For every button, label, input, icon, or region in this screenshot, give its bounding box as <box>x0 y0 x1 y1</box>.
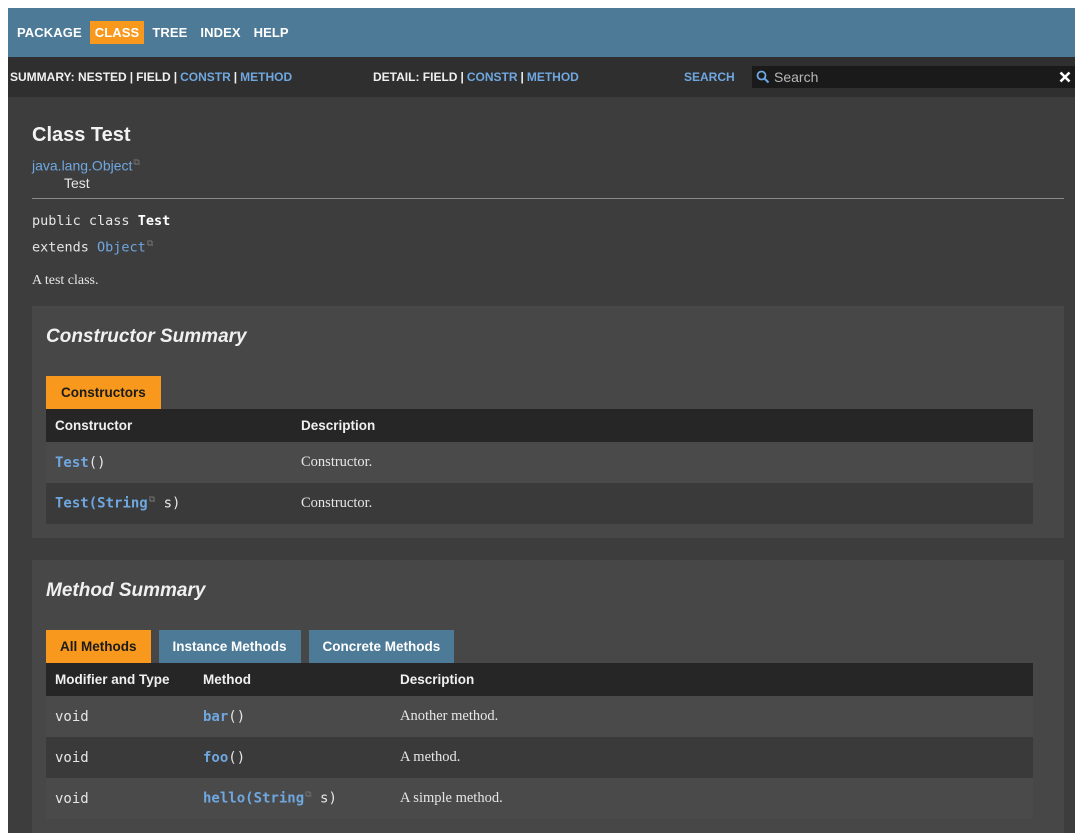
tab-constructors[interactable]: Constructors <box>46 376 161 410</box>
page-title: Class Test <box>32 124 131 146</box>
separator: | <box>460 70 464 84</box>
detail-field: FIELD <box>422 70 458 84</box>
table-row: void hello(String⧉ s) A simple method. <box>46 778 1033 820</box>
constructor-link[interactable]: Test <box>55 496 89 512</box>
summary-links: SUMMARY: NESTED | FIELD | CONSTR | METHOD <box>10 70 292 84</box>
method-link[interactable]: foo <box>203 750 228 766</box>
method-summary: Method Summary All Methods Instance Meth… <box>32 560 1064 833</box>
separator: | <box>233 70 238 84</box>
inheritance-tree: java.lang.Object⧉ Test <box>32 157 1064 191</box>
signature-name: Test <box>137 212 171 229</box>
column-header: Description <box>391 663 1033 697</box>
constructor-description: Constructor. <box>292 483 1033 525</box>
summary-constr-link[interactable]: CONSTR <box>180 70 231 84</box>
paren: ( <box>88 495 98 512</box>
search-label: SEARCH <box>684 70 735 84</box>
sub-nav: SUMMARY: NESTED | FIELD | CONSTR | METHOD DETA… <box>8 57 1075 97</box>
method-signature: hello(String⧉ s) <box>194 778 391 820</box>
detail-method-link[interactable]: METHOD <box>527 70 579 84</box>
constructor-summary: Constructor Summary Constructors Constru… <box>32 306 1064 539</box>
column-header: Method <box>194 663 391 697</box>
summary-method-link[interactable]: METHOD <box>240 70 292 84</box>
constructor-table: Constructor Description Test() Construct… <box>46 409 1033 525</box>
constructor-summary-heading: Constructor Summary <box>46 326 247 348</box>
constructor-tabs: Constructors <box>46 376 1064 410</box>
constructor-description: Constructor. <box>292 442 1033 484</box>
extends-type-link[interactable]: Object <box>97 239 146 255</box>
separator: | <box>520 70 524 84</box>
detail-links: DETAIL: FIELD | CONSTR | METHOD <box>373 70 579 84</box>
method-table: Modifier and Type Method Description voi… <box>46 663 1033 820</box>
summary-nested: NESTED <box>78 70 127 84</box>
class-description: A test class. <box>32 273 99 289</box>
separator: | <box>173 70 178 84</box>
tab-concrete-methods[interactable]: Concrete Methods <box>308 630 455 664</box>
param-type-link[interactable]: String <box>97 496 148 512</box>
column-header: Modifier and Type <box>46 663 194 697</box>
extends-keyword: extends <box>32 239 89 256</box>
signature-keyword: public class <box>32 212 130 229</box>
method-description: A simple method. <box>391 778 1033 820</box>
nav-class: CLASS <box>89 21 145 44</box>
summary-label: SUMMARY: <box>10 70 75 84</box>
child-class: Test <box>64 174 90 191</box>
table-row: Test(String⧉ s) Constructor. <box>46 483 1033 525</box>
method-type: void <box>46 696 194 738</box>
top-nav: PACKAGE CLASS TREE INDEX HELP <box>8 8 1075 57</box>
nav-package[interactable]: PACKAGE <box>12 21 87 44</box>
method-link[interactable]: bar <box>203 709 228 725</box>
nav-help[interactable]: HELP <box>249 21 294 44</box>
constructor-signature: Test(String⧉ s) <box>46 483 292 525</box>
method-signature: foo() <box>194 737 391 779</box>
method-tabs: All Methods Instance Methods Concrete Me… <box>46 630 1064 664</box>
magnifier-icon <box>752 66 774 88</box>
detail-label: DETAIL: <box>373 70 420 84</box>
parent-class-link[interactable]: java.lang.Object <box>32 158 132 174</box>
method-type: void <box>46 778 194 820</box>
column-header: Constructor <box>46 409 292 443</box>
separator: | <box>129 70 134 84</box>
param-type-link[interactable]: String <box>254 791 305 807</box>
paren: ( <box>88 454 98 471</box>
javadoc-page: PACKAGE CLASS TREE INDEX HELP SUMMARY: N… <box>8 8 1075 833</box>
table-row: void bar() Another method. <box>46 696 1033 738</box>
param-name: s <box>311 790 329 807</box>
search-input[interactable] <box>774 66 1055 88</box>
method-link[interactable]: hello <box>203 791 245 807</box>
table-row: Test() Constructor. <box>46 442 1033 484</box>
search-box <box>752 66 1075 88</box>
param-name: s <box>155 495 173 512</box>
table-row: void foo() A method. <box>46 737 1033 779</box>
close-icon[interactable] <box>1055 66 1075 88</box>
main-content: Class Test java.lang.Object⧉ Test public… <box>8 124 1075 833</box>
tab-instance-methods[interactable]: Instance Methods <box>158 630 301 664</box>
method-description: Another method. <box>391 696 1033 738</box>
column-header: Description <box>292 409 1033 443</box>
method-type: void <box>46 737 194 779</box>
paren: ) <box>172 495 181 512</box>
summary-field: FIELD <box>136 70 171 84</box>
constructor-link[interactable]: Test <box>55 455 89 471</box>
nav-tree[interactable]: TREE <box>147 21 192 44</box>
paren: ) <box>97 454 106 471</box>
method-summary-heading: Method Summary <box>46 580 206 602</box>
nav-index[interactable]: INDEX <box>195 21 245 44</box>
tab-all-methods[interactable]: All Methods <box>46 630 151 664</box>
constructor-signature: Test() <box>46 442 292 484</box>
divider <box>32 197 1064 199</box>
external-link-icon: ⧉ <box>133 157 140 167</box>
detail-constr-link[interactable]: CONSTR <box>467 70 518 84</box>
class-signature: public class Test extends Object⧉ <box>32 210 1064 260</box>
external-link-icon: ⧉ <box>146 238 154 249</box>
method-signature: bar() <box>194 696 391 738</box>
method-description: A method. <box>391 737 1033 779</box>
